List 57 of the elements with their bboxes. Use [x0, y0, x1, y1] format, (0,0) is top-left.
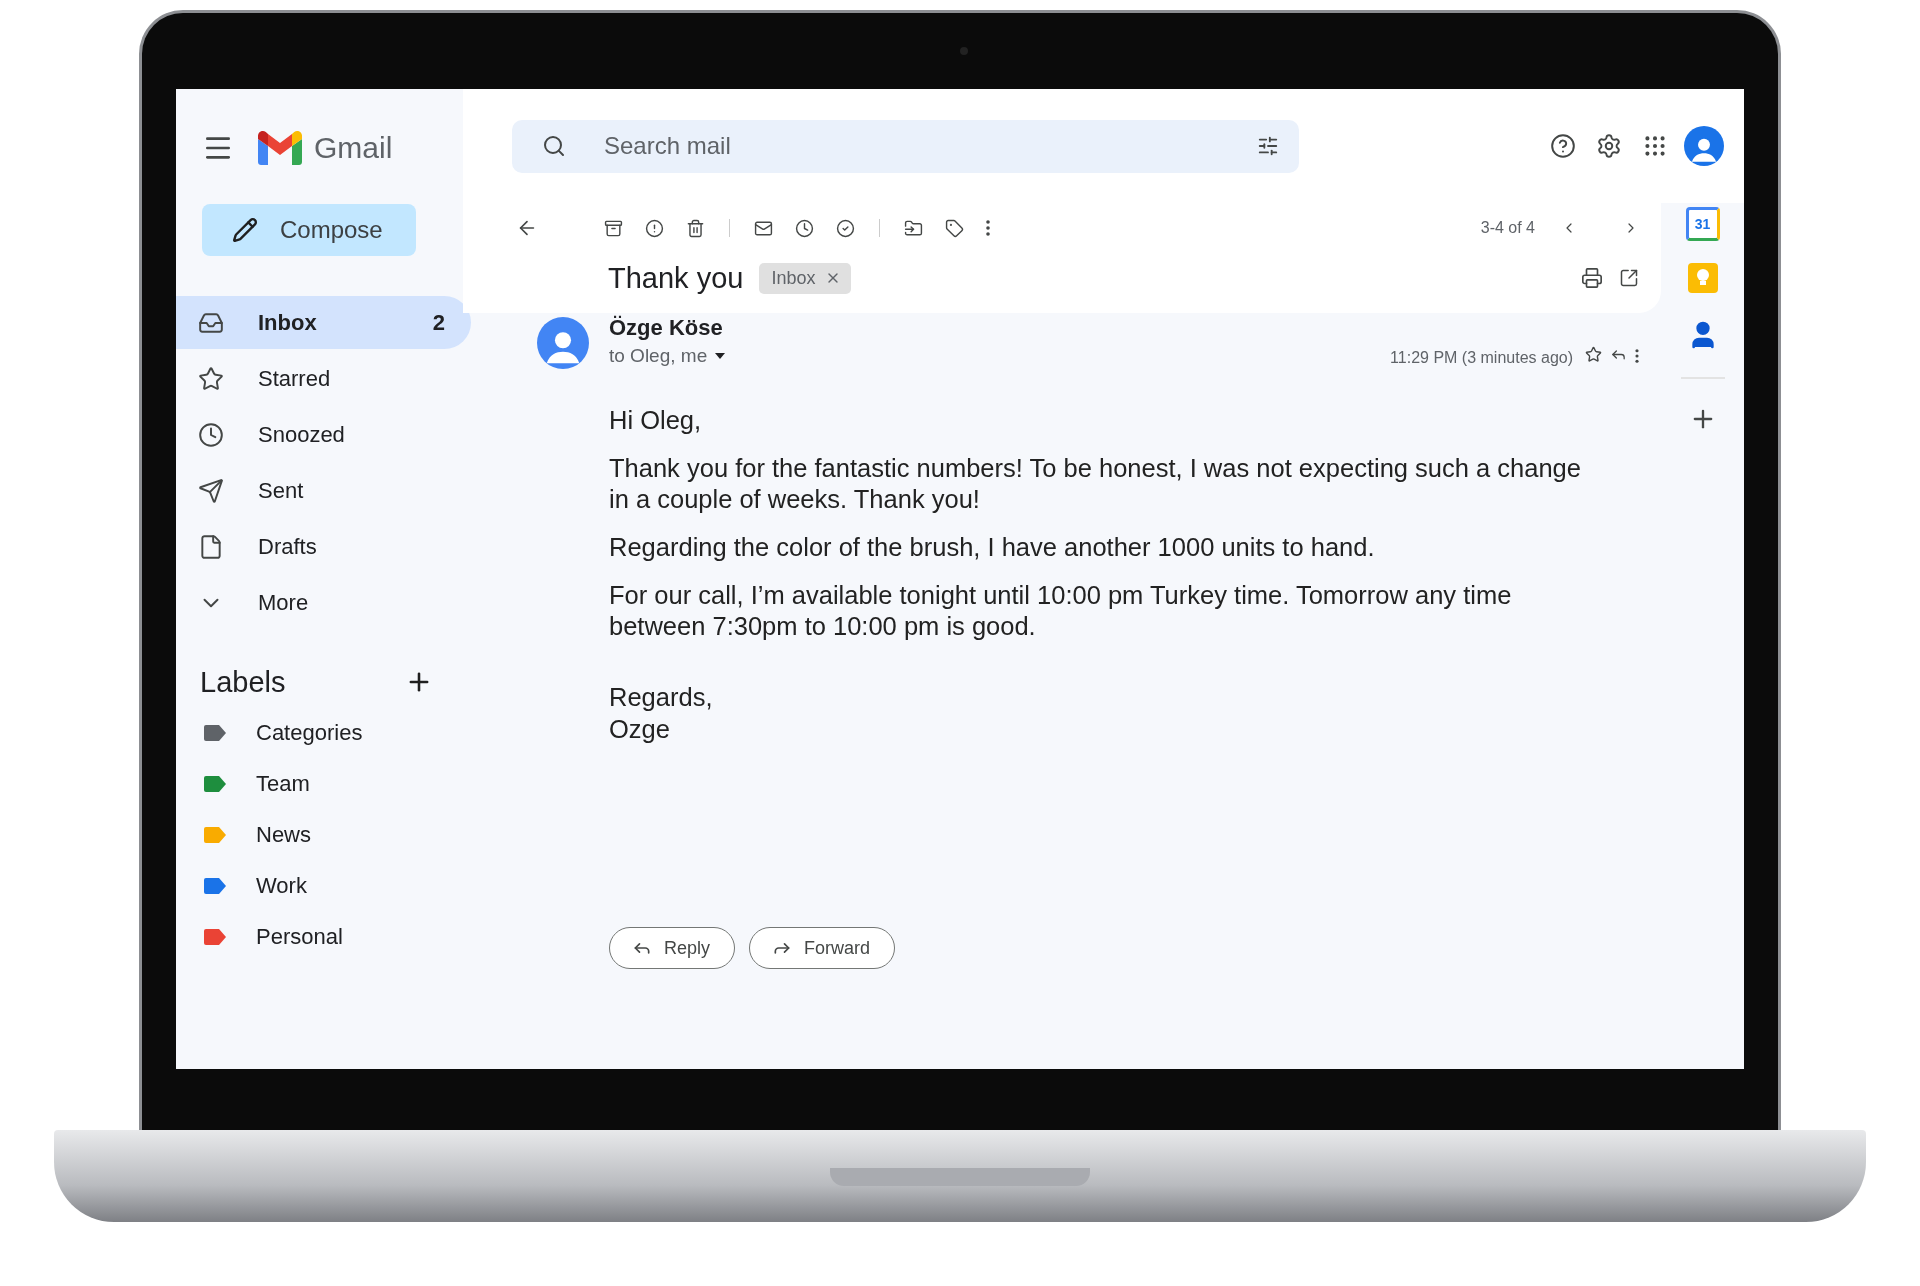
- check-circle-icon: [836, 218, 855, 238]
- pagination-text: 3-4 of 4: [1480, 219, 1535, 237]
- forward-button[interactable]: Forward: [749, 927, 896, 969]
- alert-icon: [645, 218, 664, 238]
- more-vertical-icon: [1635, 349, 1639, 363]
- archive-box-icon: [604, 218, 623, 238]
- subject-title: Thank you: [608, 261, 744, 295]
- nav-item[interactable]: Starred: [176, 352, 471, 405]
- gmail-logo-icon: [258, 131, 302, 165]
- label-item[interactable]: News: [176, 811, 463, 859]
- closing-line: Regards,: [609, 682, 714, 713]
- nav-item[interactable]: More: [176, 576, 471, 629]
- external-link-icon: [1619, 268, 1639, 288]
- closing-line: Ozge: [609, 714, 671, 745]
- search-icon: [542, 134, 566, 158]
- message-time: 11:29 PM (3 minutes ago): [1390, 349, 1573, 367]
- label-item[interactable]: Categories: [176, 709, 463, 757]
- message-paragraph: Regarding the color of the brush, I have another 1000 units to hand.: [609, 532, 1376, 563]
- file-icon: [198, 533, 224, 560]
- star-icon: [198, 365, 224, 392]
- clock-icon: [795, 218, 814, 238]
- nav-item[interactable]: Snoozed: [176, 408, 471, 461]
- label-item[interactable]: Personal: [176, 913, 463, 961]
- message-paragraph: Thank you for the fantastic numbers! To be honest, I was not expecting such a change in a couple of weeks. Thank you!: [609, 453, 1582, 515]
- labels-heading: Labels: [200, 665, 286, 699]
- reply-button[interactable]: Reply: [609, 927, 736, 969]
- compose-button[interactable]: Compose: [202, 204, 416, 256]
- more-vertical-icon: [986, 220, 990, 236]
- search-field[interactable]: Search mail: [512, 119, 1299, 173]
- printer-icon: [1581, 267, 1603, 289]
- folder-icon: [904, 218, 923, 238]
- star-icon: [1585, 346, 1602, 363]
- settings-icon: [1596, 133, 1622, 159]
- trash-icon: [686, 218, 705, 238]
- tag-icon: [945, 218, 964, 238]
- envelope-icon: [754, 218, 773, 238]
- recipients-toggle[interactable]: to Oleg, me: [609, 345, 726, 367]
- filter-icon[interactable]: [1257, 135, 1279, 157]
- calendar-icon[interactable]: 31: [1685, 207, 1720, 241]
- pencil-icon: [232, 217, 258, 243]
- clock-icon: [198, 421, 224, 448]
- grid-icon: [1642, 133, 1668, 159]
- message-paragraph: For our call, I’m available tonight until 10:00 pm Turkey time. Tomorrow any time between 7:30pm to 10:00 pm is good.: [609, 580, 1513, 642]
- sender-name: Özge Köse: [609, 315, 724, 341]
- nav-item[interactable]: Drafts: [176, 520, 471, 573]
- app-name: Gmail: [314, 131, 393, 165]
- nav-item[interactable]: Sent: [176, 464, 471, 517]
- search-input[interactable]: Search mail: [602, 131, 1257, 161]
- chip-text: Inbox: [771, 267, 816, 289]
- send-icon: [198, 477, 224, 504]
- label-item[interactable]: Work: [176, 862, 463, 910]
- message-paragraph: Hi Oleg,: [609, 405, 703, 436]
- help-icon: [1550, 133, 1576, 159]
- account-avatar[interactable]: [1684, 126, 1724, 166]
- caret-icon: [715, 353, 726, 359]
- label-item[interactable]: Team: [176, 760, 463, 808]
- nav-item[interactable]: Inbox 2: [176, 296, 471, 349]
